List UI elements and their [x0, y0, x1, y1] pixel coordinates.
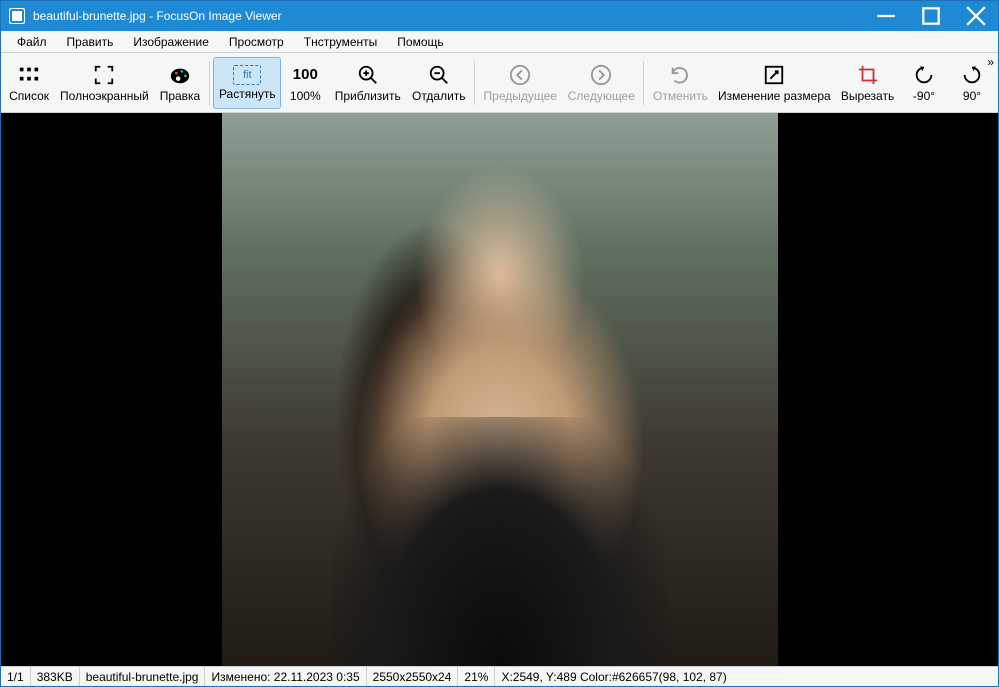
fit-icon: fit [233, 65, 261, 85]
status-dimensions: 2550x2550x24 [367, 667, 459, 686]
crop-button[interactable]: Вырезать [835, 57, 900, 109]
zoomout-button[interactable]: Отдалить [406, 57, 471, 109]
image-viewport[interactable] [1, 113, 998, 666]
status-index: 1/1 [1, 667, 31, 686]
displayed-image [222, 113, 778, 666]
toolbar-overflow[interactable]: » [987, 55, 994, 69]
list-button[interactable]: Список [3, 57, 55, 109]
zoomout-label: Отдалить [412, 89, 466, 103]
prev-label: Предыдущее [484, 89, 557, 103]
titlebar: beautiful-brunette.jpg - FocusOn Image V… [1, 1, 998, 31]
rotate-neg90-button[interactable]: -90° [900, 57, 948, 109]
hundred-label: 100% [290, 89, 321, 103]
crop-icon [856, 63, 880, 87]
app-window: beautiful-brunette.jpg - FocusOn Image V… [0, 0, 999, 687]
brush-button[interactable]: Правка [154, 57, 207, 109]
minimize-icon [875, 5, 897, 27]
toolbar-separator [209, 61, 210, 105]
menubar: Файл Править Изображение Просмотр Тнстру… [1, 31, 998, 53]
undo-label: Отменить [653, 89, 708, 103]
resize-button[interactable]: Изменение размера [714, 57, 835, 109]
hundred-button[interactable]: 100 100% [281, 57, 329, 109]
palette-icon [168, 63, 192, 87]
window-title: beautiful-brunette.jpg - FocusOn Image V… [33, 9, 863, 23]
prev-button[interactable]: Предыдущее [478, 57, 562, 109]
status-filename: beautiful-brunette.jpg [80, 667, 206, 686]
next-label: Следующее [568, 89, 635, 103]
zoomin-icon [356, 63, 380, 87]
rotate-neg90-label: -90° [913, 89, 935, 103]
resize-icon [762, 63, 786, 87]
list-label: Список [9, 89, 49, 103]
undo-icon [668, 63, 692, 87]
fit-button[interactable]: fit Растянуть [213, 57, 281, 109]
arrow-right-icon [589, 63, 613, 87]
hundred-icon: 100 [293, 63, 317, 87]
zoomin-label: Приблизить [335, 89, 401, 103]
menu-help[interactable]: Помощь [387, 33, 453, 51]
zoomout-icon [427, 63, 451, 87]
arrow-left-icon [508, 63, 532, 87]
rotate-right-icon [960, 63, 984, 87]
brush-label: Правка [160, 89, 201, 103]
app-icon [9, 8, 25, 24]
fit-label: Растянуть [219, 87, 276, 101]
rotate-90-label: 90° [963, 89, 981, 103]
crop-label: Вырезать [841, 89, 894, 103]
toolbar: Список Полноэкранный Правка fit Растянут… [1, 53, 998, 113]
toolbar-separator [474, 61, 475, 105]
statusbar: 1/1 383KB beautiful-brunette.jpg Изменен… [1, 666, 998, 686]
minimize-button[interactable] [863, 1, 908, 31]
close-icon [965, 5, 987, 27]
fullscreen-button[interactable]: Полноэкранный [55, 57, 154, 109]
rotate-left-icon [912, 63, 936, 87]
resize-label: Изменение размера [718, 89, 831, 103]
menu-image[interactable]: Изображение [123, 33, 219, 51]
zoomin-button[interactable]: Приблизить [329, 57, 406, 109]
next-button[interactable]: Следующее [562, 57, 640, 109]
menu-view[interactable]: Просмотр [219, 33, 294, 51]
menu-file[interactable]: Файл [7, 33, 57, 51]
maximize-button[interactable] [908, 1, 953, 31]
menu-edit[interactable]: Править [57, 33, 124, 51]
undo-button[interactable]: Отменить [647, 57, 713, 109]
status-modified: Изменено: 22.11.2023 0:35 [205, 667, 366, 686]
status-coords: X:2549, Y:489 Color:#626657(98, 102, 87) [495, 667, 998, 686]
close-button[interactable] [953, 1, 998, 31]
status-zoom: 21% [458, 667, 495, 686]
grid-icon [17, 63, 41, 87]
maximize-icon [920, 5, 942, 27]
menu-tools[interactable]: Тнструменты [294, 33, 388, 51]
fullscreen-label: Полноэкранный [60, 89, 149, 103]
toolbar-separator [643, 61, 644, 105]
status-filesize: 383KB [31, 667, 80, 686]
fullscreen-icon [92, 63, 116, 87]
